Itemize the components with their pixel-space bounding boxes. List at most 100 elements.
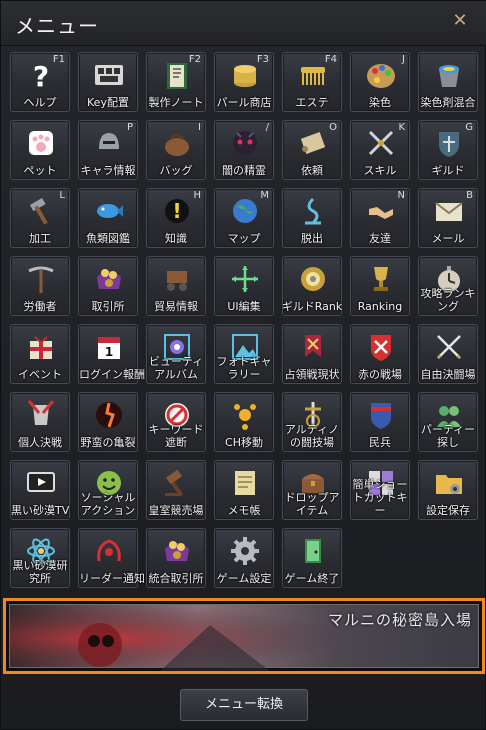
keyboard-icon [93, 59, 125, 91]
palette-icon [365, 59, 397, 91]
menu-tile-knowledge[interactable]: ! H 知識 [146, 188, 206, 248]
menu-tile-label: 簡単ショートカットキー [352, 478, 408, 517]
menu-tile-handshake[interactable]: N 友達 [350, 188, 410, 248]
menu-tile-album[interactable]: ビューティアルバム [146, 324, 206, 384]
menu-tile-label: パール商店 [216, 96, 272, 109]
menu-tile-knight[interactable]: 個人決戦 [10, 392, 70, 452]
menu-tile-photo[interactable]: フォトギャラリー [214, 324, 274, 384]
menu-tile-label: 取引所 [91, 300, 125, 313]
menu-tile-treasure[interactable]: 取引所 [78, 256, 138, 316]
menu-tile-escape[interactable]: 脱出 [282, 188, 342, 248]
menu-tile-rift[interactable]: 野蛮の亀裂 [78, 392, 138, 452]
menu-tile-gavel[interactable]: 皇室競売場 [146, 460, 206, 520]
hotkey-label: K [398, 122, 405, 133]
menu-tile-laurel[interactable]: ギルドRank [282, 256, 342, 316]
menu-tile-stopwatch[interactable]: 攻略ランキング [418, 256, 478, 316]
menu-tile-label: 統合取引所 [148, 572, 204, 585]
menu-tile-drop-chest[interactable]: ドロップアイテム [282, 460, 342, 520]
menu-tile-label: UI編集 [227, 300, 261, 313]
menu-tile-spirit[interactable]: / 闇の精霊 [214, 120, 274, 180]
hotkey-label: H [193, 190, 201, 201]
menu-tile-crossed-swords[interactable]: 自由決闘場 [418, 324, 478, 384]
menu-tile-gift[interactable]: イベント [10, 324, 70, 384]
menu-tile-label: 攻略ランキング [420, 287, 476, 313]
menu-tile-mail[interactable]: B メール [418, 188, 478, 248]
menu-tile-label: Key配置 [87, 96, 129, 109]
menu-tile-party[interactable]: パーティー探し [418, 392, 478, 452]
guild-shield-icon [433, 127, 465, 159]
close-icon[interactable]: ✕ [449, 10, 471, 32]
menu-tile-block[interactable]: キーワード遮断 [146, 392, 206, 452]
menu-tile-comb[interactable]: F4 エステ [282, 52, 342, 112]
menu-tile-palette[interactable]: J 染色 [350, 52, 410, 112]
gift-icon [25, 331, 57, 363]
menu-tile-gear[interactable]: ゲーム設定 [214, 528, 274, 588]
menu-tile-folder-gear[interactable]: 設定保存 [418, 460, 478, 520]
menu-tile-coins[interactable]: F3 パール商店 [214, 52, 274, 112]
svg-text:?: ? [33, 60, 49, 91]
menu-tile-treasure[interactable]: 統合取引所 [146, 528, 206, 588]
menu-tile-swords[interactable]: K スキル [350, 120, 410, 180]
menu-tile-question[interactable]: ? F1 ヘルプ [10, 52, 70, 112]
menu-tile-fish[interactable]: 魚類図鑑 [78, 188, 138, 248]
menu-tile-globe[interactable]: M マップ [214, 188, 274, 248]
menu-tile-helmet[interactable]: P キャラ情報 [78, 120, 138, 180]
hotkey-label: N [397, 190, 405, 201]
menu-tile-red-battle[interactable]: 赤の戦場 [350, 324, 410, 384]
menu-tile-hammer[interactable]: L 加工 [10, 188, 70, 248]
menu-convert-button[interactable]: メニュー転換 [180, 689, 308, 721]
menu-tile-calendar[interactable]: 1 ログイン報酬 [78, 324, 145, 384]
menu-tile-channel[interactable]: CH移動 [214, 392, 274, 452]
crossed-swords-icon [433, 331, 465, 363]
menu-tile-banner[interactable]: 占領戦現状 [282, 324, 342, 384]
menu-tile-keyboard[interactable]: Key配置 [78, 52, 138, 112]
menu-tile-move[interactable]: UI編集 [214, 256, 274, 316]
menu-tile-label: ソーシャルアクション [80, 491, 136, 517]
menu-tile-label: 野蛮の亀裂 [80, 436, 136, 449]
menu-tile-label: エステ [295, 96, 329, 109]
menu-tile-label: アルティノの闘技場 [284, 423, 340, 449]
marni-island-banner[interactable]: マルニの秘密島入場 [3, 598, 485, 674]
menu-tile-leader[interactable]: リーダー通知 [78, 528, 145, 588]
scroll-icon [297, 127, 329, 159]
hotkey-label: M [260, 190, 269, 201]
menu-tile-notepad[interactable]: メモ帳 [214, 460, 274, 520]
globe-icon [229, 195, 261, 227]
menu-tile-shortcut[interactable]: 簡単ショートカットキー [350, 460, 410, 520]
menu-tile-arena[interactable]: アルティノの闘技場 [282, 392, 342, 452]
menu-tile-bag[interactable]: I バッグ [146, 120, 206, 180]
gavel-icon [161, 467, 193, 499]
tv-icon [25, 467, 57, 499]
menu-tile-bucket[interactable]: 染色剤混合 [418, 52, 478, 112]
menu-tile-guild-shield[interactable]: G ギルド [418, 120, 478, 180]
menu-tile-trophy[interactable]: Ranking [350, 256, 410, 316]
hotkey-label: F1 [52, 54, 65, 65]
red-battle-icon [365, 331, 397, 363]
menu-tile-label: 友達 [369, 232, 391, 245]
menu-tile-label: 民兵 [369, 436, 391, 449]
menu-window: メニュー ✕ ? F1 ヘルプ Key配置 F2 製作ノート F3 パール商店 F4 エステ J 染色… [0, 0, 486, 730]
menu-tile-label: ペット [23, 164, 57, 177]
hotkey-label: L [59, 190, 65, 201]
menu-tile-label: リーダー通知 [79, 572, 145, 585]
menu-tile-label: 労働者 [23, 300, 57, 313]
exit-door-icon [297, 535, 329, 567]
swords-icon [365, 127, 397, 159]
menu-tile-cart[interactable]: 貿易情報 [146, 256, 206, 316]
menu-tile-label: 加工 [29, 232, 51, 245]
handshake-icon [365, 195, 397, 227]
menu-tile-paw[interactable]: ペット [10, 120, 70, 180]
menu-tile-label: 黒い砂漠TV [11, 504, 70, 517]
menu-tile-pickaxe[interactable]: 労働者 [10, 256, 70, 316]
notepad-icon [229, 467, 261, 499]
menu-tile-tv[interactable]: 黒い砂漠TV [10, 460, 70, 520]
menu-tile-atom[interactable]: 黒い砂漠研究所 [10, 528, 70, 588]
menu-tile-militia[interactable]: 民兵 [350, 392, 410, 452]
menu-tile-smile[interactable]: ソーシャルアクション [78, 460, 138, 520]
menu-tile-scroll[interactable]: O 依頼 [282, 120, 342, 180]
menu-tile-label: スキル [363, 164, 397, 177]
mail-icon [433, 195, 465, 227]
menu-tile-book[interactable]: F2 製作ノート [146, 52, 206, 112]
menu-tile-exit-door[interactable]: ゲーム終了 [282, 528, 342, 588]
menu-tile-label: 魚類図鑑 [86, 232, 130, 245]
